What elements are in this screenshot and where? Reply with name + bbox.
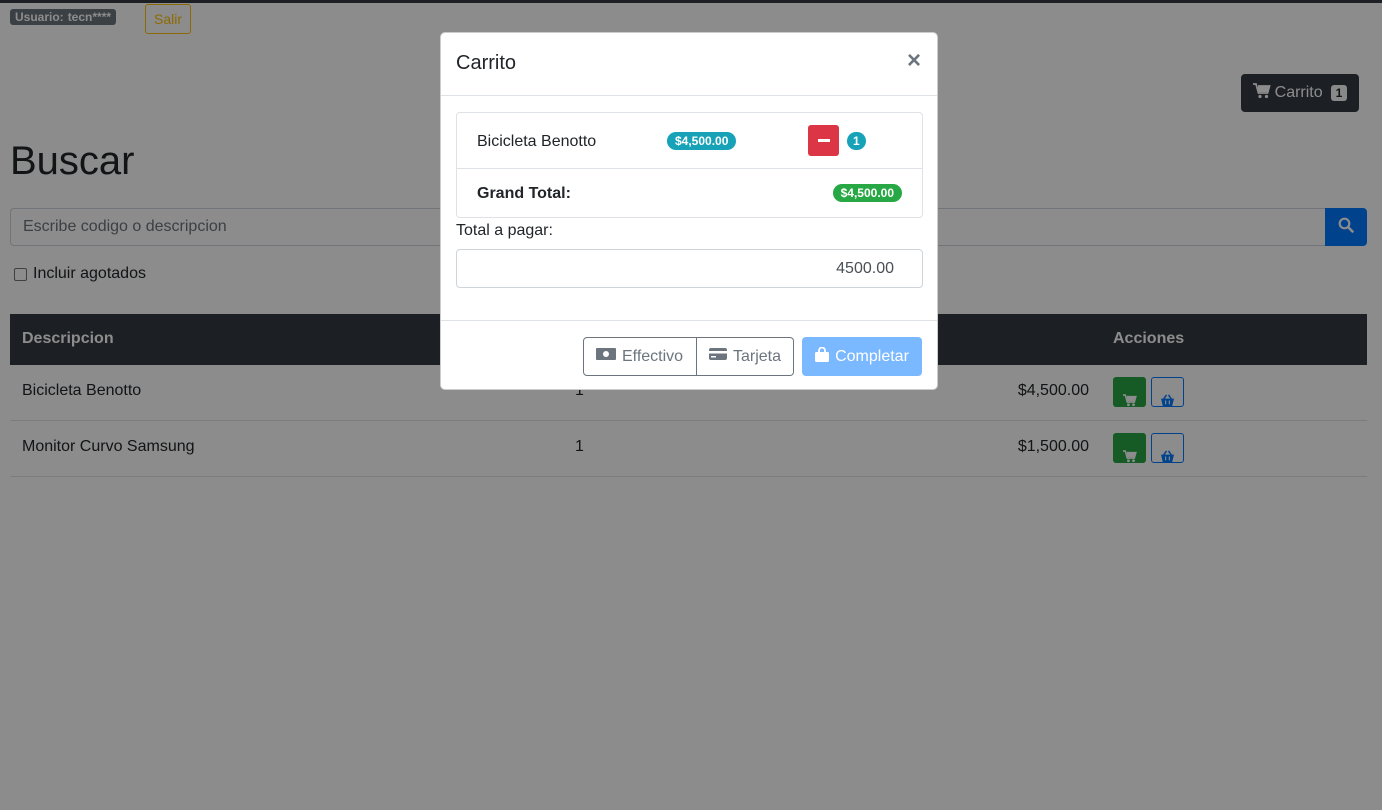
total-to-pay-input[interactable]	[456, 249, 923, 288]
grand-total-label: Grand Total:	[477, 185, 571, 202]
cart-item-qty-badge: 1	[847, 132, 866, 150]
payment-method-group: Effectivo Tarjeta	[583, 337, 794, 376]
shopping-bag-icon	[815, 346, 830, 367]
cash-button-label: Effectivo	[622, 347, 684, 365]
minus-icon	[817, 139, 830, 142]
card-button-label: Tarjeta	[733, 347, 782, 365]
modal-header: Carrito ×	[441, 33, 937, 96]
total-to-pay-label: Total a pagar:	[456, 222, 553, 239]
remove-one-button[interactable]	[808, 125, 839, 156]
close-icon[interactable]: ×	[907, 49, 921, 73]
money-bill-icon	[596, 347, 616, 366]
credit-card-icon	[709, 347, 727, 366]
list-item: Bicicleta Benotto $4,500.00 1	[457, 113, 922, 169]
cash-button[interactable]: Effectivo	[583, 337, 697, 376]
cart-modal: Carrito × Bicicleta Benotto $4,500.00 1 …	[440, 32, 938, 390]
grand-total-badge: $4,500.00	[832, 184, 902, 202]
modal-footer: Effectivo Tarjeta Completar	[441, 320, 937, 390]
complete-button[interactable]: Completar	[802, 337, 922, 376]
card-button[interactable]: Tarjeta	[697, 337, 794, 376]
complete-button-label: Completar	[835, 347, 909, 365]
grand-total-row: Grand Total: $4,500.00	[457, 169, 922, 217]
cart-item-price-badge: $4,500.00	[667, 132, 737, 150]
cart-item-name: Bicicleta Benotto	[477, 133, 597, 150]
cart-item-list: Bicicleta Benotto $4,500.00 1 Grand Tota…	[456, 112, 923, 218]
modal-title: Carrito	[456, 52, 517, 74]
